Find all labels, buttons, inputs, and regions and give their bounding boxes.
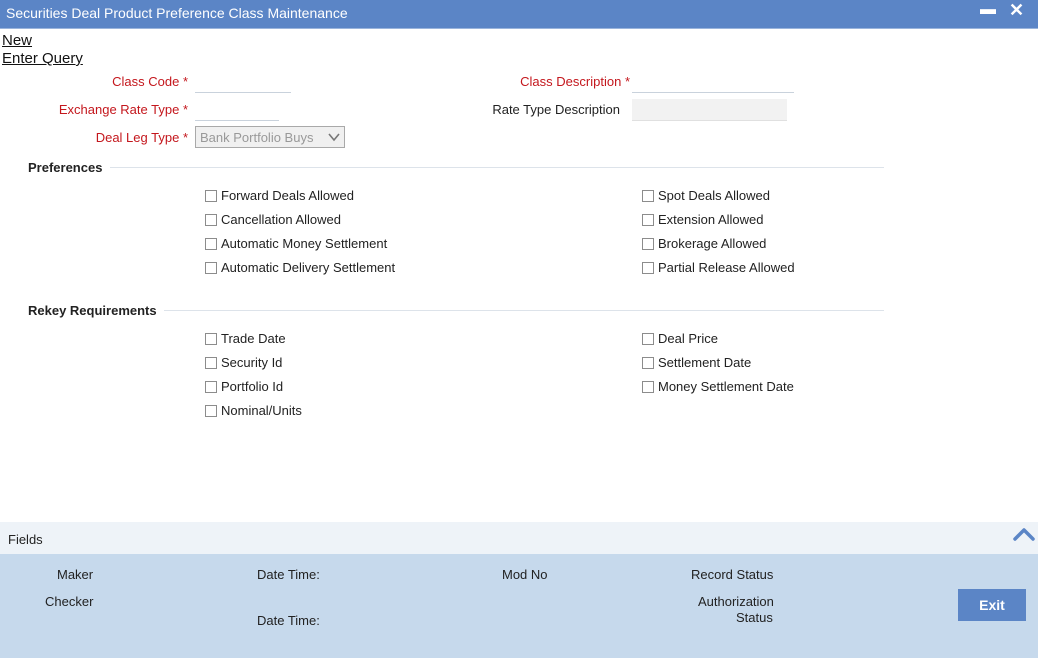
title-divider — [0, 28, 1038, 29]
deal-price-checkbox[interactable]: Deal Price — [642, 331, 718, 346]
rate-type-description-input — [632, 99, 787, 121]
nominal-units-checkbox[interactable]: Nominal/Units — [205, 403, 302, 418]
automatic-money-settlement-checkbox[interactable]: Automatic Money Settlement — [205, 236, 387, 251]
deal-leg-type-value: Bank Portfolio Buys — [200, 130, 314, 145]
forward-deals-allowed-checkbox[interactable]: Forward Deals Allowed — [205, 188, 354, 203]
preferences-divider — [110, 167, 884, 168]
checker-date-time-label: Date Time: — [257, 613, 320, 628]
record-status-label: Record Status — [691, 567, 774, 582]
audit-panel: Maker Checker Date Time: Date Time: Mod … — [0, 554, 1038, 658]
authorization-status-label-line1: Authorization — [698, 594, 774, 609]
deal-leg-type-select[interactable]: Bank Portfolio Buys — [195, 126, 345, 148]
security-id-checkbox[interactable]: Security Id — [205, 355, 282, 370]
exchange-rate-type-input[interactable] — [195, 99, 279, 121]
maker-date-time-label: Date Time: — [257, 567, 320, 582]
class-description-input[interactable] — [632, 71, 794, 93]
fields-label[interactable]: Fields — [8, 532, 43, 547]
spot-deals-allowed-checkbox[interactable]: Spot Deals Allowed — [642, 188, 770, 203]
chevron-down-icon — [328, 133, 340, 142]
close-icon[interactable]: ✕ — [1009, 0, 1024, 21]
authorization-status-label-line2: Status — [736, 610, 773, 625]
deal-leg-type-label: Deal Leg Type * — [95, 130, 188, 145]
cancellation-allowed-checkbox[interactable]: Cancellation Allowed — [205, 212, 341, 227]
checker-label: Checker — [45, 594, 94, 609]
partial-release-allowed-checkbox[interactable]: Partial Release Allowed — [642, 260, 795, 275]
mod-no-label: Mod No — [502, 567, 548, 582]
exit-button[interactable]: Exit — [958, 589, 1026, 621]
trade-date-checkbox[interactable]: Trade Date — [205, 331, 286, 346]
money-settlement-date-checkbox[interactable]: Money Settlement Date — [642, 379, 794, 394]
new-link[interactable]: New — [2, 32, 32, 49]
automatic-delivery-settlement-checkbox[interactable]: Automatic Delivery Settlement — [205, 260, 395, 275]
exchange-rate-type-label: Exchange Rate Type * — [58, 102, 188, 117]
fields-bar: Fields — [0, 522, 1038, 554]
portfolio-id-checkbox[interactable]: Portfolio Id — [205, 379, 283, 394]
maker-label: Maker — [57, 567, 94, 582]
window-title-bar: Securities Deal Product Preference Class… — [0, 0, 1038, 28]
brokerage-allowed-checkbox[interactable]: Brokerage Allowed — [642, 236, 766, 251]
class-code-input[interactable] — [195, 71, 291, 93]
rekey-requirements-title: Rekey Requirements — [28, 303, 157, 318]
extension-allowed-checkbox[interactable]: Extension Allowed — [642, 212, 764, 227]
chevron-up-icon[interactable] — [1012, 526, 1036, 542]
settlement-date-checkbox[interactable]: Settlement Date — [642, 355, 751, 370]
enter-query-link[interactable]: Enter Query — [2, 50, 83, 67]
class-code-label: Class Code * — [112, 74, 188, 89]
rate-type-description-label: Rate Type Description — [492, 102, 620, 117]
minimize-icon[interactable]: ▬ — [980, 1, 996, 19]
window-title: Securities Deal Product Preference Class… — [6, 5, 348, 21]
class-description-label: Class Description * — [520, 74, 630, 89]
preferences-title: Preferences — [28, 160, 103, 175]
rekey-divider — [164, 310, 884, 311]
